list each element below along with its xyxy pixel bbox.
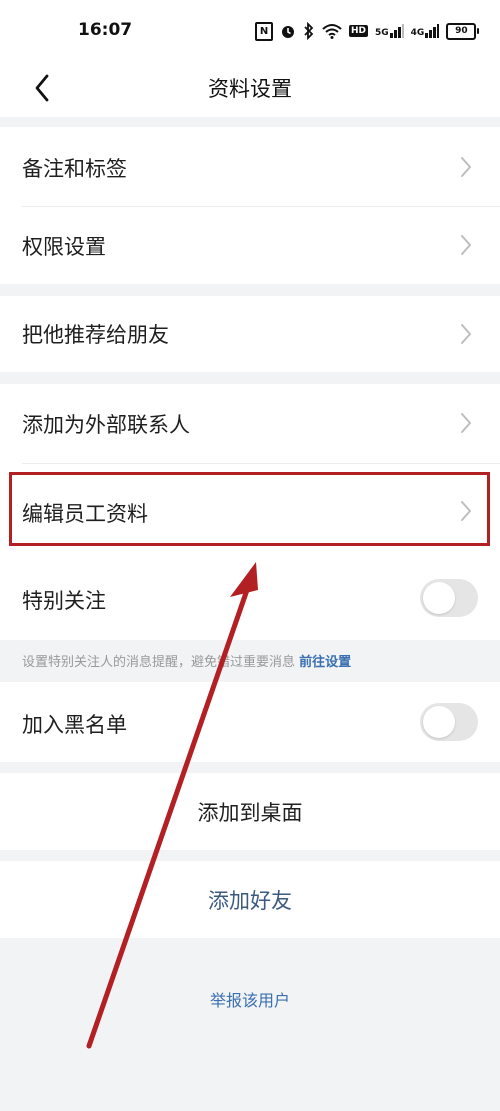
nfc-icon: N xyxy=(255,21,273,41)
add-friend-label: 添加好友 xyxy=(208,889,292,913)
setting-special-follow: 特别关注 xyxy=(0,556,500,640)
chevron-right-icon xyxy=(461,413,471,433)
hint-text: 设置特别关注人的消息提醒，避免错过重要消息 xyxy=(22,655,296,670)
status-bar: 16:07 N HD 5G 4G 90 xyxy=(0,0,500,62)
battery-icon: 90 xyxy=(446,22,480,40)
setting-blacklist: 加入黑名单 xyxy=(0,682,500,762)
wifi-icon xyxy=(322,24,342,39)
special-follow-hint: 设置特别关注人的消息提醒，避免错过重要消息 前往设置 xyxy=(22,651,351,670)
hd-icon: HD xyxy=(349,25,369,37)
menu-item-notes-tags[interactable]: 备注和标签 xyxy=(0,127,500,207)
status-time: 16:07 xyxy=(78,20,133,40)
special-follow-label: 特别关注 xyxy=(22,589,106,613)
blacklist-label: 加入黑名单 xyxy=(22,713,127,737)
status-icons: N HD 5G 4G 90 xyxy=(255,20,480,42)
menu-item-add-external[interactable]: 添加为外部联系人 xyxy=(0,384,500,464)
menu-item-label: 权限设置 xyxy=(22,235,106,259)
toggle-knob xyxy=(423,582,455,614)
add-friend-button[interactable]: 添加好友 xyxy=(0,861,500,938)
menu-item-label: 添加为外部联系人 xyxy=(22,413,190,437)
chevron-right-icon xyxy=(461,235,471,255)
nav-bar: 资料设置 xyxy=(0,62,500,117)
bluetooth-icon xyxy=(304,22,314,40)
page-title: 资料设置 xyxy=(208,77,292,101)
chevron-right-icon xyxy=(461,157,471,177)
highlight-annotation xyxy=(9,472,490,546)
menu-item-recommend[interactable]: 把他推荐给朋友 xyxy=(0,296,500,372)
toggle-knob xyxy=(423,706,455,738)
menu-item-label: 备注和标签 xyxy=(22,157,127,181)
add-to-desktop-button[interactable]: 添加到桌面 xyxy=(0,773,500,850)
add-to-desktop-label: 添加到桌面 xyxy=(197,801,303,825)
signal-5g-icon: 5G xyxy=(375,24,404,38)
alarm-icon xyxy=(282,26,294,38)
signal-4g-icon: 4G xyxy=(411,24,440,38)
menu-item-permissions[interactable]: 权限设置 xyxy=(0,207,500,284)
chevron-right-icon xyxy=(461,324,471,344)
menu-item-label: 把他推荐给朋友 xyxy=(22,323,169,347)
special-follow-toggle[interactable] xyxy=(420,579,478,617)
report-user-link[interactable]: 举报该用户 xyxy=(0,987,500,1011)
go-settings-link[interactable]: 前往设置 xyxy=(299,655,351,670)
blacklist-toggle[interactable] xyxy=(420,703,478,741)
